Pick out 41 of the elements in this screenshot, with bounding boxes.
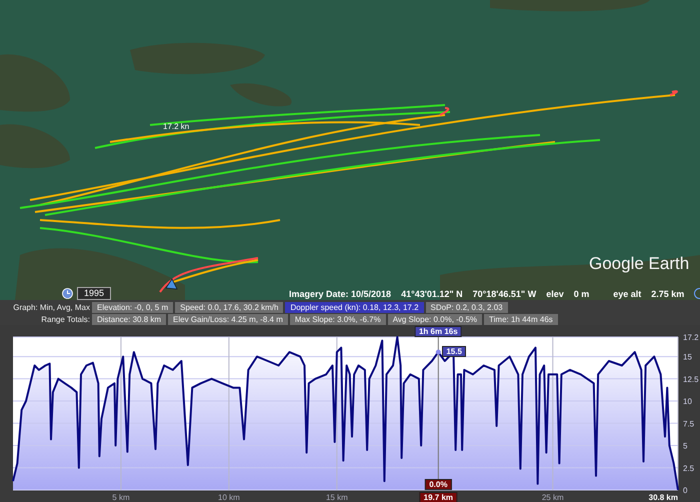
range-total: Max Slope: 3.0%, -6.7%	[290, 314, 386, 324]
axis-label: 12.5	[683, 374, 699, 384]
eye-altitude-value: 2.75 km	[651, 289, 684, 299]
axis-label: 25 km	[542, 493, 564, 502]
axis-label: 5 km	[112, 493, 130, 502]
cursor-point	[436, 350, 441, 355]
elevation-value: 0 m	[574, 289, 590, 299]
logo-text: Google Earth	[589, 254, 690, 274]
compass-icon[interactable]	[694, 288, 700, 299]
range-total: Distance: 30.8 km	[92, 314, 166, 324]
graph-label: Graph: Min, Avg, Max	[12, 302, 90, 312]
range-total: Elev Gain/Loss: 4.25 m, -8.4 m	[168, 314, 288, 324]
range-total: Avg Slope: 0.0%, -0.5%	[388, 314, 482, 324]
year-field[interactable]: 1995	[77, 287, 112, 300]
axis-label: 17.2	[683, 333, 699, 342]
axis-label: 5	[683, 442, 688, 451]
axis-label: 15	[683, 352, 692, 362]
axis-label: 10	[683, 397, 692, 406]
location-marker-icon	[165, 278, 178, 290]
longitude-text: 70°18'46.51" W	[472, 289, 536, 299]
track-label: 17.2 kn	[163, 122, 190, 131]
elevation-label: elev	[546, 289, 564, 299]
imagery-date: Imagery Date: 10/5/2018	[289, 289, 392, 299]
cursor-time: 1h 6m 16s	[414, 326, 462, 337]
graph-option[interactable]: Elevation: -0, 0, 5 m	[92, 302, 174, 312]
axis-label: 30.8 km	[648, 493, 678, 502]
axis-label: 2.5	[683, 464, 694, 473]
eye-altitude-label: eye alt	[613, 289, 642, 299]
axis-label: 7.5	[683, 419, 694, 428]
cursor-value: 15.5	[442, 346, 466, 358]
range-totals-label: Range Totals:	[40, 314, 90, 324]
cursor-slope: 0.0%	[425, 479, 452, 490]
graph-option[interactable]: Speed: 0.0, 17.6, 30.2 km/h	[175, 302, 284, 312]
latitude-text: 41°43'01.12" N	[401, 289, 463, 299]
range-total: Time: 1h 44m 46s	[484, 314, 558, 324]
graph-option[interactable]: Doppler speed (kn): 0.18, 12.3, 17.2	[285, 302, 424, 312]
axis-label: 15 km	[326, 493, 348, 502]
axis-label: 0	[683, 486, 688, 495]
axis-label: 10 km	[218, 493, 240, 502]
graph-option[interactable]: SDoP: 0.2, 0.3, 2.03	[426, 302, 508, 312]
cursor-distance: 19.7 km	[420, 492, 457, 502]
